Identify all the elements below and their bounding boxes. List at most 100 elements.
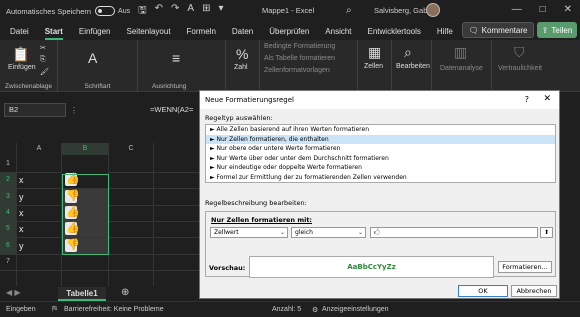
cell-a7[interactable] — [17, 254, 61, 270]
value-input[interactable]: 🖒 — [370, 227, 538, 238]
tab-datei[interactable]: Datei — [10, 27, 29, 36]
cut-icon[interactable]: ✂ — [40, 44, 46, 52]
tab-start[interactable]: Start — [44, 27, 64, 40]
paste-icon[interactable]: 📋 — [12, 46, 29, 63]
rule-type-item[interactable]: ► Nur Werte über oder unter dem Durchsch… — [206, 154, 555, 164]
tab-daten[interactable]: Daten — [232, 27, 253, 36]
namebox-dropdown-icon[interactable]: ⋮ — [70, 106, 78, 115]
rule-type-item[interactable]: ► Nur eindeutige oder doppelte Werte for… — [206, 163, 555, 173]
display-settings-icon[interactable]: ⚙ — [312, 306, 318, 314]
new-formatting-rule-dialog: Neue Formatierungsregel ? ✕ Regeltyp aus… — [199, 90, 560, 299]
customize-icon[interactable]: ▾ — [218, 3, 223, 20]
rule-type-item[interactable]: ► Nur Zellen formatieren, die enthalten — [206, 134, 555, 145]
accessibility-icon[interactable]: ⛿ — [52, 306, 57, 314]
cell-a1[interactable] — [17, 156, 61, 172]
chevron-down-icon: ⌄ — [279, 229, 285, 236]
row-header-6[interactable]: 6 — [0, 237, 16, 254]
rule-type-item[interactable]: ► Alle Zellen basierend auf ihren Werten… — [206, 125, 555, 135]
styles-group: Bedingte Formatierung Als Tabelle format… — [260, 40, 358, 92]
cell-styles-button[interactable]: Zellenformatvorlagen — [264, 67, 330, 74]
row-header-2[interactable]: 2 — [0, 172, 16, 189]
number-label[interactable]: Zahl — [234, 64, 248, 71]
cancel-button[interactable]: Abbrechen — [511, 285, 557, 297]
edit-label[interactable]: Bearbeiten — [396, 63, 430, 70]
format-preview: AaBbCcYyZz — [249, 256, 494, 278]
display-settings[interactable]: Anzeigeeinstellungen — [322, 306, 389, 313]
cell-a2[interactable]: x — [17, 172, 61, 188]
paste-label[interactable]: Einfügen — [8, 64, 36, 71]
row-header-7[interactable]: 7 — [0, 254, 16, 270]
confidentiality-label[interactable]: Vertraulichkeit — [498, 65, 542, 72]
tab-einfuegen[interactable]: Einfügen — [79, 27, 111, 36]
collapse-dialog-button[interactable]: ⬆ — [540, 227, 553, 238]
dialog-title: Neue Formatierungsregel — [200, 91, 559, 109]
close-icon[interactable]: ✕ — [543, 94, 551, 104]
align-icon[interactable]: ≡ — [172, 50, 180, 66]
search-icon[interactable]: ⌕ — [346, 5, 352, 16]
tab-formeln[interactable]: Formeln — [187, 27, 216, 36]
rule-type-item[interactable]: ► Nur obere oder untere Werte formatiere… — [206, 144, 555, 154]
cell-a4[interactable]: x — [17, 205, 61, 221]
row-header-1[interactable]: 1 — [0, 156, 16, 172]
comments-button[interactable]: 🗨 Kommentare — [462, 22, 534, 38]
column-header-b[interactable]: B — [62, 143, 108, 155]
cell-a5[interactable]: x — [17, 221, 61, 237]
cells-label[interactable]: Zellen — [364, 63, 383, 70]
name-box[interactable]: B2 — [4, 103, 66, 117]
accessibility-status[interactable]: Barrierefreiheit: Keine Probleme — [64, 306, 164, 313]
format-button[interactable]: Formatieren... — [498, 261, 552, 273]
minimize-icon[interactable]: — — [512, 4, 522, 15]
percent-icon[interactable]: % — [236, 46, 248, 62]
sheet-nav-icon[interactable]: ◀ ▶ — [6, 288, 21, 297]
format-as-table-button[interactable]: Als Tabelle formatieren — [264, 55, 335, 62]
value-text: 🖒 — [374, 229, 380, 236]
tab-hilfe[interactable]: Hilfe — [437, 27, 453, 36]
formula-input[interactable]: =WENN(A2= — [150, 105, 193, 114]
ok-button[interactable]: OK — [458, 285, 508, 297]
count-display: Anzahl: 5 — [272, 306, 302, 313]
borders-icon[interactable]: ⊞ — [202, 3, 210, 20]
format-painter-icon[interactable]: 🖌 — [40, 68, 49, 76]
grid-line — [0, 269, 200, 271]
cell-a3[interactable]: y — [17, 189, 61, 205]
operator-select[interactable]: gleich ⌄ — [291, 227, 366, 238]
rule-type-list[interactable]: ► Alle Zellen basierend auf ihren Werten… — [205, 124, 556, 183]
font-color-icon[interactable]: A — [187, 3, 194, 20]
copy-icon[interactable]: ⎘ — [40, 56, 46, 64]
save-icon[interactable]: 🖫 — [138, 3, 147, 20]
column-header-c[interactable]: C — [109, 143, 153, 155]
autosave-toggle[interactable] — [95, 6, 116, 16]
status-bar: Eingeben ⛿ Barrierefreiheit: Keine Probl… — [0, 301, 580, 317]
font-icon[interactable]: A — [88, 50, 97, 66]
cells-group: ▦ Zellen — [358, 40, 392, 92]
avatar[interactable] — [426, 3, 440, 17]
column-header-a[interactable]: A — [17, 143, 61, 155]
search-edit-icon[interactable]: ⌕ — [404, 44, 412, 61]
tab-ueberpruefen[interactable]: Überprüfen — [269, 27, 309, 36]
row-header-3[interactable]: 3 — [0, 188, 16, 205]
data-analysis-label[interactable]: Datenanalyse — [440, 65, 483, 72]
row-header-5[interactable]: 5 — [0, 221, 16, 238]
conditional-format-button[interactable]: Bedingte Formatierung — [264, 43, 335, 50]
share-button[interactable]: ⇪ Teilen — [537, 22, 577, 38]
maximize-icon[interactable]: □ — [540, 4, 546, 15]
rule-type-item[interactable]: ► Formel zur Ermittlung der zu formatier… — [206, 173, 555, 183]
cell-a6[interactable]: y — [17, 238, 61, 254]
data-analysis-icon[interactable]: ▥ — [454, 44, 467, 61]
autosave-state: Aus — [118, 7, 131, 15]
help-icon[interactable]: ? — [525, 95, 529, 104]
cell-value-select[interactable]: Zellwert ⌄ — [210, 227, 288, 238]
close-icon[interactable]: ✕ — [564, 4, 572, 15]
sheet-tab-tabelle1[interactable]: Tabelle1 — [58, 287, 106, 301]
redo-icon[interactable]: ↷ — [171, 3, 179, 20]
cells-icon[interactable]: ▦ — [368, 44, 381, 61]
comments-label: Kommentare — [481, 25, 528, 35]
undo-icon[interactable]: ↶ — [155, 3, 163, 20]
tab-entwicklertools[interactable]: Entwicklertools — [368, 27, 421, 36]
tab-seitenlayout[interactable]: Seitenlayout — [127, 27, 171, 36]
shield-icon[interactable]: ⛉ — [514, 44, 525, 61]
row-header-4[interactable]: 4 — [0, 204, 16, 221]
add-sheet-icon[interactable]: ⊕ — [121, 287, 129, 298]
comment-icon: 🗨 — [468, 25, 479, 35]
tab-ansicht[interactable]: Ansicht — [325, 27, 351, 36]
